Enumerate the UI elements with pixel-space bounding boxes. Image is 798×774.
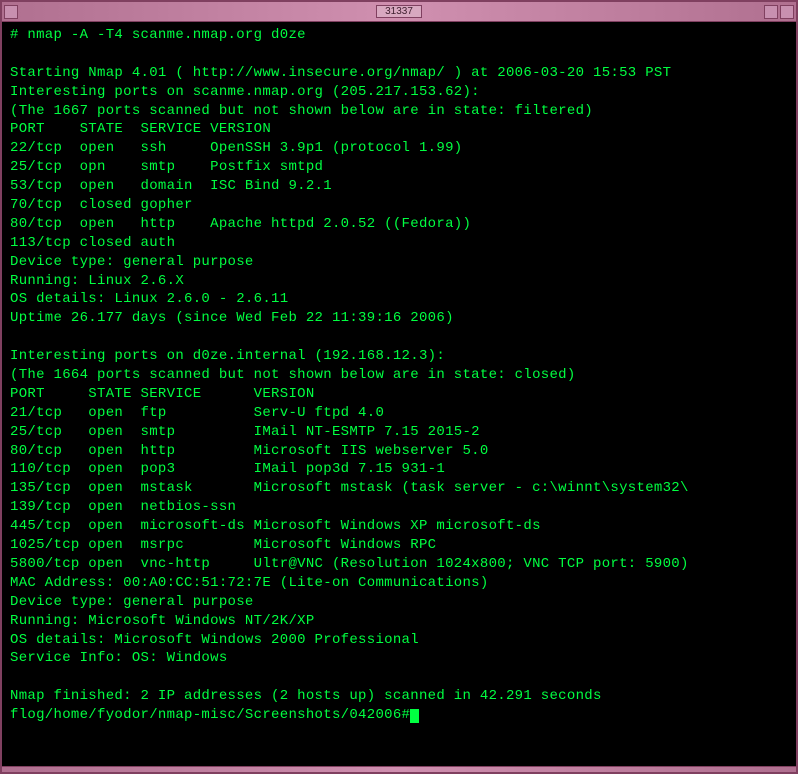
terminal-output[interactable]: # nmap -A -T4 scanme.nmap.org d0ze Start… <box>2 22 796 766</box>
host1-table-header: PORT STATE SERVICE VERSION <box>10 121 271 137</box>
host2-service-info: Service Info: OS: Windows <box>10 650 228 666</box>
host2-device-type: Device type: general purpose <box>10 594 254 610</box>
nmap-header: Starting Nmap 4.01 ( http://www.insecure… <box>10 65 671 81</box>
host2-mac: MAC Address: 00:A0:CC:51:72:7E (Lite-on … <box>10 575 489 591</box>
nmap-finished: Nmap finished: 2 IP addresses (2 hosts u… <box>10 688 602 704</box>
host1-filtered-note: (The 1667 ports scanned but not shown be… <box>10 103 593 119</box>
host1-device-type: Device type: general purpose <box>10 254 254 270</box>
host2-port-row: 5800/tcp open vnc-http Ultr@VNC (Resolut… <box>10 556 689 572</box>
host1-port-row: 53/tcp open domain ISC Bind 9.2.1 <box>10 178 332 194</box>
minimize-button[interactable] <box>764 5 778 19</box>
host1-interesting: Interesting ports on scanme.nmap.org (20… <box>10 84 480 100</box>
titlebar[interactable]: 31337 <box>2 2 796 22</box>
shell-prompt: flog/home/fyodor/nmap-misc/Screenshots/0… <box>10 707 410 723</box>
host1-port-row: 25/tcp opn smtp Postfix smtpd <box>10 159 323 175</box>
host2-interesting: Interesting ports on d0ze.internal (192.… <box>10 348 445 364</box>
host2-port-row: 21/tcp open ftp Serv-U ftpd 4.0 <box>10 405 384 421</box>
host2-port-row: 80/tcp open http Microsoft IIS webserver… <box>10 443 489 459</box>
host2-table-header: PORT STATE SERVICE VERSION <box>10 386 315 402</box>
host1-port-row: 70/tcp closed gopher <box>10 197 193 213</box>
window-bottom-border <box>2 766 796 772</box>
host1-running: Running: Linux 2.6.X <box>10 273 184 289</box>
host2-port-row: 110/tcp open pop3 IMail pop3d 7.15 931-1 <box>10 461 445 477</box>
host2-port-row: 139/tcp open netbios-ssn <box>10 499 236 515</box>
host1-os-details: OS details: Linux 2.6.0 - 2.6.11 <box>10 291 288 307</box>
maximize-button[interactable] <box>780 5 794 19</box>
window-title: 31337 <box>376 5 422 18</box>
host1-uptime: Uptime 26.177 days (since Wed Feb 22 11:… <box>10 310 454 326</box>
host2-running: Running: Microsoft Windows NT/2K/XP <box>10 613 315 629</box>
terminal-window: 31337 # nmap -A -T4 scanme.nmap.org d0ze… <box>0 0 798 774</box>
command-line: # nmap -A -T4 scanme.nmap.org d0ze <box>10 27 306 43</box>
host2-port-row: 25/tcp open smtp IMail NT-ESMTP 7.15 201… <box>10 424 480 440</box>
host2-port-row: 135/tcp open mstask Microsoft mstask (ta… <box>10 480 689 496</box>
host2-port-row: 445/tcp open microsoft-ds Microsoft Wind… <box>10 518 541 534</box>
host2-port-row: 1025/tcp open msrpc Microsoft Windows RP… <box>10 537 436 553</box>
host1-port-row: 113/tcp closed auth <box>10 235 175 251</box>
cursor <box>410 709 418 723</box>
host2-filtered-note: (The 1664 ports scanned but not shown be… <box>10 367 576 383</box>
host2-os-details: OS details: Microsoft Windows 2000 Profe… <box>10 632 419 648</box>
window-menu-button[interactable] <box>4 5 18 19</box>
host1-port-row: 80/tcp open http Apache httpd 2.0.52 ((F… <box>10 216 471 232</box>
host1-port-row: 22/tcp open ssh OpenSSH 3.9p1 (protocol … <box>10 140 462 156</box>
